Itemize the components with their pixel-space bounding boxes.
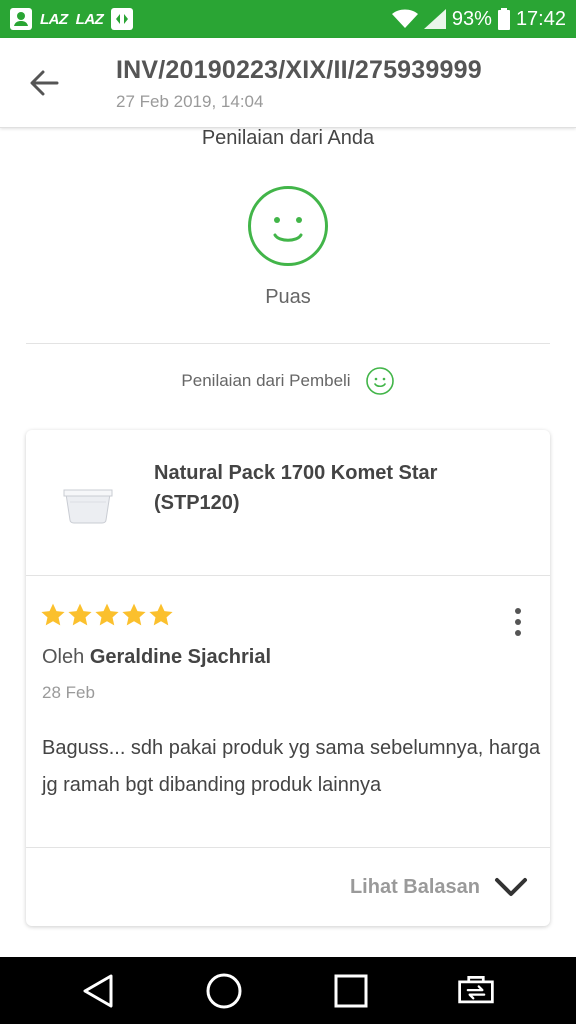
see-replies-button[interactable]: Lihat Balasan bbox=[350, 876, 480, 899]
lazada-icon: LAZ bbox=[40, 10, 68, 28]
page-title: INV/20190223/XIX/II/275939999 bbox=[116, 56, 482, 84]
star-icon bbox=[149, 603, 173, 626]
app-bar: INV/20190223/XIX/II/275939999 27 Feb 201… bbox=[0, 38, 576, 128]
battery-percent: 93% bbox=[451, 7, 492, 30]
clock: 17:42 bbox=[515, 7, 566, 30]
signal-icon bbox=[423, 9, 446, 29]
star-rating bbox=[40, 602, 174, 628]
my-rating-title: Penilaian dari Anda bbox=[201, 127, 375, 149]
reviewer: Oleh Geraldine Sjachrial bbox=[42, 646, 271, 669]
product-row[interactable]: Natural Pack 1700 Komet Star (STP120) bbox=[26, 430, 550, 576]
star-icon bbox=[95, 603, 119, 626]
star-icon bbox=[41, 603, 65, 626]
review-date: 28 Feb bbox=[42, 683, 95, 702]
system-nav-bar bbox=[0, 957, 576, 1024]
buyer-rating-label: Penilaian dari Pembeli bbox=[181, 371, 351, 390]
my-rating-label: Puas bbox=[265, 286, 311, 308]
reviewer-name: Geraldine Sjachrial bbox=[89, 646, 272, 668]
chevron-down-icon[interactable] bbox=[494, 876, 528, 898]
divider bbox=[26, 343, 550, 344]
more-options-button[interactable] bbox=[504, 606, 532, 638]
screen-rotate-icon[interactable] bbox=[456, 971, 496, 1011]
back-button[interactable] bbox=[20, 63, 68, 103]
star-icon bbox=[122, 603, 146, 626]
home-circle-icon[interactable] bbox=[204, 971, 244, 1011]
contacts-icon bbox=[10, 8, 32, 30]
dot-icon bbox=[515, 608, 521, 614]
review-text: Baguss... sdh pakai produk yg sama sebel… bbox=[42, 737, 541, 796]
page-subtitle: 27 Feb 2019, 14:04 bbox=[116, 92, 264, 111]
product-image bbox=[63, 489, 113, 524]
see-replies-row[interactable]: Lihat Balasan bbox=[26, 847, 550, 926]
reviewer-prefix: Oleh bbox=[42, 646, 85, 668]
buyer-rating: Penilaian dari Pembeli bbox=[0, 366, 576, 396]
dot-icon bbox=[515, 630, 521, 636]
app-icon bbox=[111, 8, 134, 30]
back-triangle-icon[interactable] bbox=[78, 971, 118, 1011]
product-name[interactable]: Natural Pack 1700 Komet Star (STP120) bbox=[154, 458, 514, 518]
star-icon bbox=[68, 603, 92, 626]
lazada-icon: LAZ bbox=[75, 10, 104, 28]
dot-icon bbox=[515, 619, 521, 625]
status-bar: LAZ LAZ 93% 17:42 bbox=[0, 0, 576, 38]
review-card: Natural Pack 1700 Komet Star (STP120) Ol… bbox=[26, 430, 550, 926]
smiley-icon bbox=[365, 367, 394, 395]
battery-icon bbox=[497, 8, 510, 30]
recents-square-icon[interactable] bbox=[331, 971, 371, 1011]
smiley-icon bbox=[248, 186, 328, 266]
arrow-left-icon bbox=[30, 70, 59, 96]
wifi-icon bbox=[391, 9, 418, 28]
